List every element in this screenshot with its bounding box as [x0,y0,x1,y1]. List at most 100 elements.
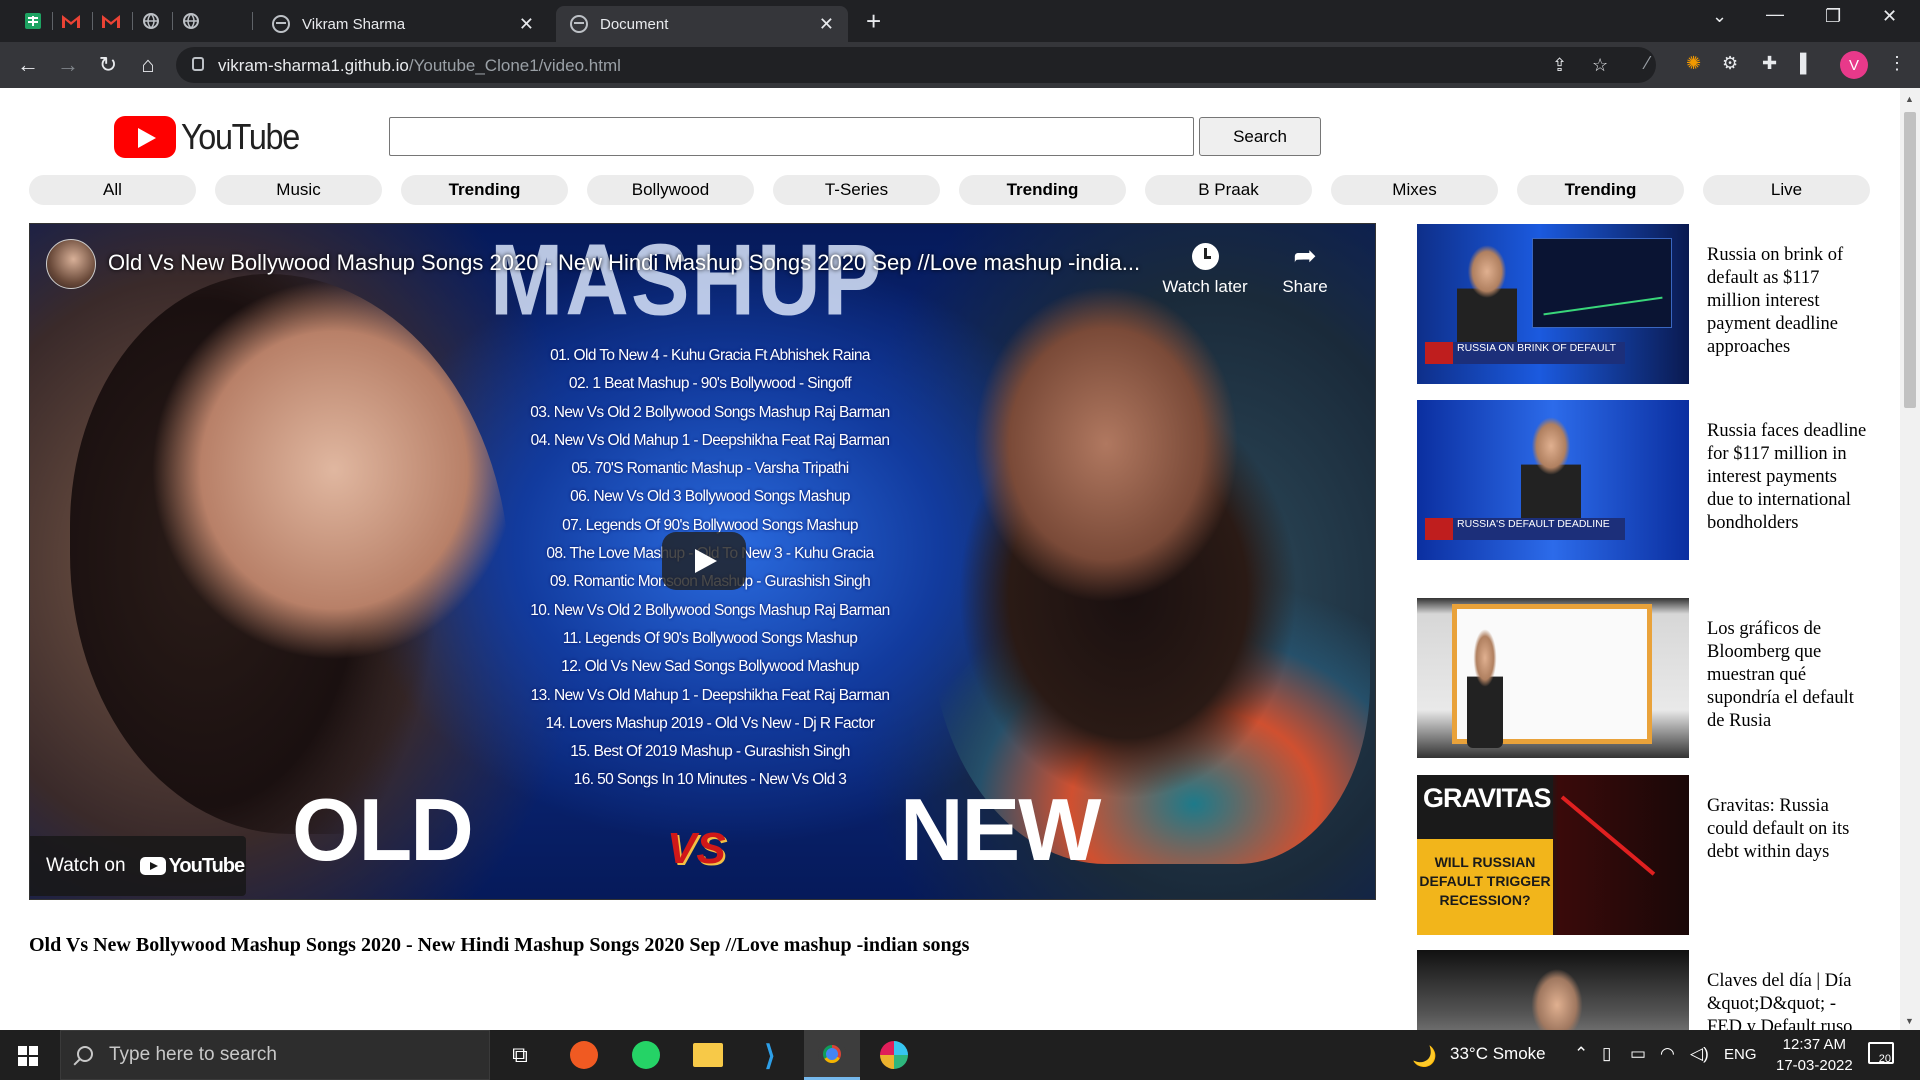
scrollbar-thumb[interactable] [1904,112,1916,408]
taskbar-search-box[interactable]: Type here to search [60,1030,490,1080]
taskbar-app-slack[interactable] [866,1030,922,1080]
taskbar-app-pen[interactable] [556,1030,612,1080]
tab-vikram-sharma[interactable]: Vikram Sharma ✕ [258,6,548,42]
related-thumbnail[interactable] [1417,950,1689,1030]
chip-all[interactable]: All [29,175,196,205]
weather-icon[interactable]: 🌙 [1412,1044,1437,1069]
address-bar[interactable]: vikram-sharma1.github.io/Youtube_Clone1/… [176,47,1656,83]
chip-live[interactable]: Live [1703,175,1870,205]
youtube-play-icon [139,857,166,875]
close-window-button[interactable]: ✕ [1882,6,1897,27]
scroll-down-icon[interactable]: ▼ [1905,1016,1914,1026]
web-page: YouTube Search All Music Trending Bollyw… [0,88,1900,1030]
related-thumbnail[interactable]: RUSSIA'S DEFAULT DEADLINE [1417,400,1689,560]
track-line: 05. 70'S Romantic Mashup - Varsha Tripat… [571,460,849,478]
track-line: 16. 50 Songs In 10 Minutes - New Vs Old … [573,771,847,789]
chip-trending[interactable]: Trending [401,175,568,205]
player-overlay-title[interactable]: Old Vs New Bollywood Mashup Songs 2020 -… [108,250,1140,276]
back-arrow-icon[interactable]: ← [14,51,42,79]
new-tab-button[interactable]: + [866,6,881,36]
share-icon[interactable]: ⇪ [1552,55,1567,76]
chip-music[interactable]: Music [215,175,382,205]
taskbar-clock[interactable]: 12:37 AM 17-03-2022 [1776,1034,1853,1076]
extension-pen-icon[interactable]: ⁄ [1646,53,1649,74]
related-thumbnail[interactable]: RUSSIA ON BRINK OF DEFAULT [1417,224,1689,384]
chip-mixes[interactable]: Mixes [1331,175,1498,205]
taskbar-app-vscode[interactable]: ⟩ [742,1030,798,1080]
restore-button[interactable]: ❐ [1825,6,1841,27]
related-thumbnail[interactable]: GRAVITAS WILL RUSSIAN DEFAULT TRIGGER RE… [1417,775,1689,935]
track-line: 06. New Vs Old 3 Bollywood Songs Mashup [570,488,850,506]
taskbar-app-chrome[interactable] [804,1030,860,1080]
chip-trending[interactable]: Trending [1517,175,1684,205]
search-icon [77,1046,93,1062]
search-button[interactable]: Search [1199,117,1321,156]
bookmark-star-icon[interactable]: ☆ [1592,55,1608,76]
search-input[interactable] [389,117,1194,156]
google-sheets-tab-icon[interactable] [20,8,46,34]
chip-bollywood[interactable]: Bollywood [587,175,754,205]
extensions-puzzle-icon[interactable]: ✚ [1762,53,1777,74]
channel-avatar[interactable] [46,239,96,289]
reload-icon[interactable]: ↻ [94,51,122,79]
category-chips: All Music Trending Bollywood T-Series Tr… [29,175,1871,205]
related-title[interactable]: Los gráficos de Bloomberg que muestran q… [1707,618,1867,733]
extension-gear-icon[interactable]: ⚙ [1722,53,1738,74]
menu-kebab-icon[interactable]: ⋮ [1888,53,1906,74]
home-icon[interactable]: ⌂ [134,51,162,79]
browser-toolbar: ← → ↻ ⌂ vikram-sharma1.github.io/Youtube… [0,42,1920,88]
clock-icon [1191,243,1219,270]
related-thumbnail[interactable] [1417,598,1689,758]
profile-avatar[interactable]: V [1840,51,1868,79]
related-title[interactable]: Russia on brink of default as $117 milli… [1707,244,1867,359]
battery-icon[interactable]: ▭ [1630,1044,1646,1064]
share-arrow-icon: ➦ [1293,240,1317,271]
track-line: 10. New Vs Old 2 Bollywood Songs Mashup … [530,601,890,619]
globe-tab-icon[interactable] [178,8,204,34]
track-line: 01. Old To New 4 - Kuhu Gracia Ft Abhish… [550,347,870,364]
tab-document[interactable]: Document ✕ [556,6,848,42]
taskbar-app-whatsapp[interactable] [618,1030,674,1080]
language-indicator[interactable]: ENG [1724,1046,1757,1063]
task-view-icon[interactable]: ⧉ [492,1030,548,1080]
watch-on-youtube-button[interactable]: Watch on YouTube [30,836,246,896]
video-player[interactable]: MASHUP 01. Old To New 4 - Kuhu Gracia Ft… [29,223,1376,900]
thumbnail-vs-label: VS [667,824,726,873]
chip-trending[interactable]: Trending [959,175,1126,205]
gmail-tab-icon[interactable] [98,8,124,34]
url-text: vikram-sharma1.github.io/Youtube_Clone1/… [218,56,621,75]
windows-start-icon[interactable] [18,1046,38,1066]
play-button[interactable] [662,532,746,590]
taskbar-app-file-explorer[interactable] [680,1030,736,1080]
windows-taskbar: Type here to search ⧉ ⟩ 🌙 33°C Smoke ⌃ ▯… [0,1030,1920,1080]
share-button[interactable]: ➦ Share [1260,239,1350,297]
watch-later-button[interactable]: Watch later [1160,239,1250,297]
related-title[interactable]: Russia faces deadline for $117 million i… [1707,420,1867,535]
wifi-icon[interactable]: ◠ [1660,1044,1675,1064]
close-icon[interactable]: ✕ [519,14,534,35]
forward-arrow-icon[interactable]: → [54,51,82,79]
extension-sun-icon[interactable]: ✺ [1686,53,1701,74]
tray-chevron-icon[interactable]: ⌃ [1574,1044,1588,1064]
tab-search-chevron-icon[interactable]: ⌄ [1712,6,1727,27]
youtube-logo[interactable]: YouTube [114,116,312,158]
globe-icon [570,15,588,33]
minimize-button[interactable]: — [1766,4,1784,25]
close-icon[interactable]: ✕ [819,14,834,35]
volume-icon[interactable]: ◁) [1690,1044,1709,1064]
globe-tab-icon[interactable] [138,8,164,34]
related-title[interactable]: Claves del día | Día &quot;D&quot; - FED… [1707,970,1867,1030]
related-title[interactable]: Gravitas: Russia could default on its de… [1707,795,1867,864]
scroll-up-icon[interactable]: ▲ [1905,94,1914,104]
track-line: 13. New Vs Old Mahup 1 - Deepshikha Feat… [530,686,890,704]
chip-t-series[interactable]: T-Series [773,175,940,205]
gmail-tab-icon[interactable] [58,8,84,34]
lock-icon [192,57,204,71]
page-scrollbar[interactable]: ▲ ▼ [1900,88,1920,1030]
tray-device-icon[interactable]: ▯ [1602,1044,1611,1064]
track-line: 02. 1 Beat Mashup - 90's Bollywood - Sin… [568,375,852,393]
weather-text[interactable]: 33°C Smoke [1450,1044,1546,1064]
side-panel-icon[interactable]: ▌ [1800,53,1813,74]
chip-b-praak[interactable]: B Praak [1145,175,1312,205]
notification-center-icon[interactable]: 20 [1868,1042,1894,1065]
